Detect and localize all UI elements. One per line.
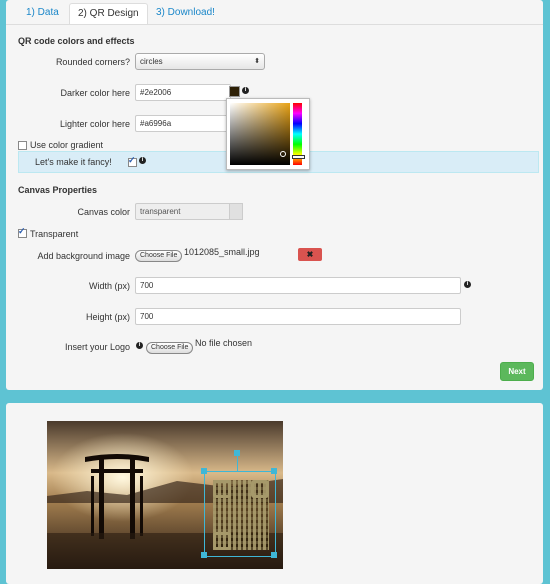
transparent-label: Transparent [30, 229, 79, 239]
height-label: Height (px) [85, 312, 130, 322]
darker-color-swatch[interactable] [229, 86, 240, 97]
tab-data[interactable]: 1) Data [18, 3, 67, 23]
close-icon: ✖ [306, 250, 314, 259]
fancy-checkbox[interactable] [128, 155, 137, 167]
background-image-label: Add background image [37, 251, 130, 261]
qr-code-image [213, 480, 269, 550]
rotate-handle[interactable] [234, 450, 240, 456]
background-choose-file-button[interactable]: Choose File [135, 250, 183, 262]
qr-finder-pattern [251, 480, 269, 498]
qr-section-title: QR code colors and effects [18, 36, 135, 46]
hue-slider[interactable] [292, 103, 305, 165]
logo-file-name: No file chosen [195, 338, 253, 348]
rounded-corners-label: Rounded corners? [55, 57, 130, 67]
fancy-label: Let's make it fancy! [35, 157, 112, 167]
canvas-color-input[interactable]: transparent [135, 203, 231, 220]
resize-handle-bottom-right[interactable] [271, 552, 277, 558]
color-saturation-field[interactable] [230, 103, 290, 165]
qr-selection-box[interactable] [204, 471, 276, 557]
lighter-color-label: Lighter color here [59, 119, 130, 129]
resize-handle-bottom-left[interactable] [201, 552, 207, 558]
color-cursor[interactable] [280, 151, 286, 157]
select-arrows-icon: ⬍ [254, 58, 260, 65]
design-panel: 1) Data 2) QR Design 3) Download! QR cod… [6, 0, 543, 390]
color-picker-popup [226, 98, 310, 170]
width-input[interactable]: 700 [135, 277, 461, 294]
qr-finder-pattern [213, 532, 231, 550]
tab-download[interactable]: 3) Download! [148, 3, 223, 23]
darker-color-label: Darker color here [60, 88, 130, 98]
tab-qr-design[interactable]: 2) QR Design [69, 3, 148, 25]
use-gradient-label: Use color gradient [30, 140, 104, 150]
canvas-color-label: Canvas color [77, 207, 130, 217]
width-label: Width (px) [88, 281, 130, 291]
info-icon[interactable]: i [139, 157, 146, 164]
use-gradient-checkbox[interactable] [18, 141, 27, 150]
resize-handle-top-right[interactable] [271, 468, 277, 474]
preview-panel [6, 403, 543, 584]
next-button[interactable]: Next [500, 362, 534, 381]
qr-finder-pattern [213, 480, 231, 498]
info-icon[interactable]: i [136, 342, 143, 349]
darker-color-input[interactable]: #2e2006 [135, 84, 231, 101]
canvas-color-swatch[interactable] [229, 203, 243, 220]
rounded-corners-select[interactable]: circles ⬍ [135, 53, 265, 70]
background-file-name: 1012085_small.jpg [184, 247, 260, 257]
tab-divider [6, 24, 543, 25]
info-icon[interactable]: i [242, 87, 249, 94]
lighter-color-input[interactable]: #a6996a [135, 115, 231, 132]
resize-handle-top-left[interactable] [201, 468, 207, 474]
info-icon[interactable]: i [464, 281, 471, 288]
remove-background-button[interactable]: ✖ [298, 248, 322, 261]
transparent-checkbox[interactable] [18, 226, 27, 238]
rounded-corners-value: circles [140, 57, 163, 66]
height-input[interactable]: 700 [135, 308, 461, 325]
hue-handle[interactable] [292, 155, 305, 159]
logo-choose-file-button[interactable]: Choose File [146, 342, 194, 354]
canvas-section-title: Canvas Properties [18, 185, 98, 195]
logo-label: Insert your Logo [64, 342, 130, 352]
